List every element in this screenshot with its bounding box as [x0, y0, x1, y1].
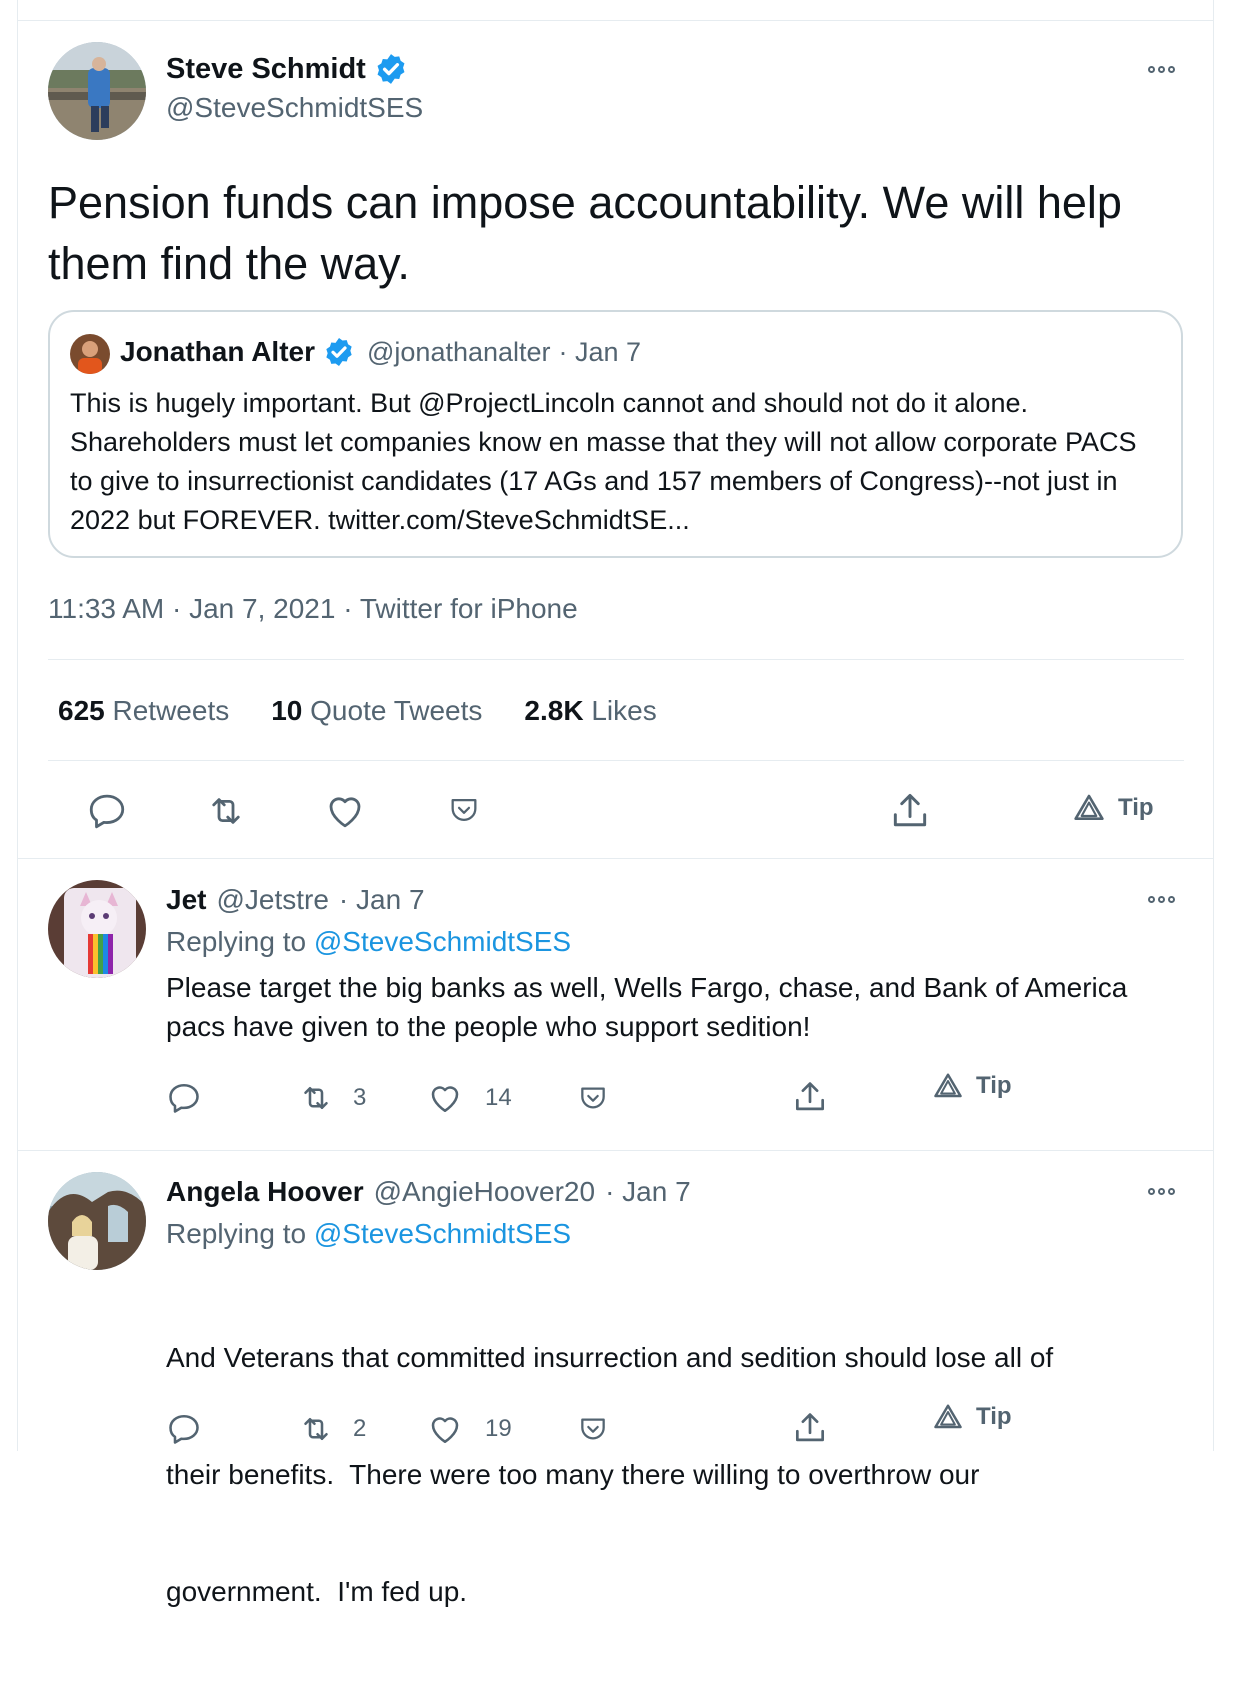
replying-to: Replying to @SteveSchmidtSES: [166, 926, 571, 958]
divider: [48, 659, 1184, 660]
heart-icon[interactable]: [427, 1411, 463, 1447]
reply-header: Angela Hoover @AngieHoover20 · Jan 7: [166, 1176, 691, 1208]
reply-author-name[interactable]: Jet: [166, 884, 206, 916]
replying-to-link[interactable]: @SteveSchmidtSES: [314, 926, 571, 957]
reply-date[interactable]: · Jan 7: [605, 1176, 691, 1208]
tip-icon: [932, 1402, 964, 1432]
retweet-icon[interactable]: [297, 1411, 335, 1447]
replying-to-prefix: Replying to: [166, 1218, 307, 1249]
quotes-count: 10: [271, 695, 303, 726]
reply-author-handle[interactable]: @Jetstre: [216, 884, 328, 916]
tip-label: Tip: [976, 1072, 1012, 1099]
save-pocket-icon[interactable]: [576, 1413, 610, 1445]
tip-icon: [932, 1071, 964, 1101]
tip-icon: [1072, 792, 1106, 824]
more-options-icon[interactable]: [1148, 892, 1184, 906]
like-count: 19: [485, 1415, 512, 1442]
quotes-label: Quote Tweets: [310, 695, 483, 726]
reply-text-line: pacs have given to the people who suppor…: [166, 1011, 811, 1042]
author-handle[interactable]: @SteveSchmidtSES: [166, 92, 423, 124]
quoted-author-avatar: [70, 334, 110, 374]
tweet-stats: 625 Retweets 10 Quote Tweets 2.8K Likes: [58, 695, 657, 727]
reply-text-line: And Veterans that committed insurrection…: [166, 1342, 1054, 1373]
tweet-text: Pension funds can impose accountability.…: [48, 177, 1122, 289]
reply-icon[interactable]: [166, 1411, 202, 1447]
reply-icon[interactable]: [86, 790, 128, 832]
likes-count: 2.8K: [524, 695, 584, 726]
quoted-date: · Jan 7: [558, 336, 642, 367]
more-options-icon[interactable]: [1148, 62, 1184, 76]
replying-to-link[interactable]: @SteveSchmidtSES: [314, 1218, 571, 1249]
author-name-row: Steve Schmidt: [166, 52, 408, 86]
replying-to: Replying to @SteveSchmidtSES: [166, 1218, 571, 1250]
save-pocket-icon[interactable]: [576, 1082, 610, 1114]
reply-text-line: Please target the big banks as well, Wel…: [166, 972, 1128, 1003]
reply-date[interactable]: · Jan 7: [339, 884, 425, 916]
quoted-tweet-card[interactable]: Jonathan Alter @jonathanalter · Jan 7 Th…: [48, 310, 1183, 558]
retweet-count: 2: [353, 1415, 367, 1442]
retweets-stat[interactable]: 625 Retweets: [58, 695, 229, 727]
tip-button[interactable]: Tip: [1072, 792, 1154, 824]
divider: [17, 858, 1214, 859]
tweet-timestamp[interactable]: 11:33 AM · Jan 7, 2021 · Twitter for iPh…: [48, 593, 578, 625]
quoted-text: This is hugely important. But @ProjectLi…: [70, 388, 1137, 535]
share-icon[interactable]: [888, 789, 932, 833]
retweets-label: Retweets: [112, 695, 230, 726]
reply-author-name[interactable]: Angela Hoover: [166, 1176, 364, 1208]
share-icon[interactable]: [791, 1409, 829, 1447]
reply-text: Please target the big banks as well, Wel…: [166, 968, 1127, 1046]
reply-icon[interactable]: [166, 1080, 202, 1116]
replying-to-prefix: Replying to: [166, 926, 307, 957]
tip-button[interactable]: Tip: [932, 1402, 1012, 1432]
quoted-author-row: Jonathan Alter @jonathanalter · Jan 7: [120, 336, 641, 368]
reply-text-line: their benefits. There were too many ther…: [166, 1459, 980, 1490]
retweets-count: 625: [58, 695, 105, 726]
more-options-icon[interactable]: [1148, 1184, 1184, 1198]
reply-author-handle[interactable]: @AngieHoover20: [374, 1176, 595, 1208]
divider: [17, 1150, 1214, 1151]
author-name[interactable]: Steve Schmidt: [166, 53, 366, 86]
tip-label: Tip: [1118, 794, 1154, 821]
reply-text: And Veterans that committed insurrection…: [166, 1260, 1053, 1689]
quoted-author-handle: @jonathanalter: [367, 336, 551, 367]
reply-header: Jet @Jetstre · Jan 7: [166, 884, 425, 916]
divider: [48, 760, 1184, 761]
quoted-author-name: Jonathan Alter: [120, 336, 315, 367]
top-divider: [17, 20, 1214, 21]
quote-tweets-stat[interactable]: 10 Quote Tweets: [271, 695, 482, 727]
retweet-icon[interactable]: [204, 790, 248, 832]
reply-author-avatar[interactable]: [48, 880, 146, 978]
share-icon[interactable]: [791, 1078, 829, 1116]
heart-icon[interactable]: [324, 790, 366, 832]
verified-badge-icon: [323, 336, 355, 368]
retweet-icon[interactable]: [297, 1080, 335, 1116]
likes-label: Likes: [591, 695, 657, 726]
like-count: 14: [485, 1084, 512, 1111]
heart-icon[interactable]: [427, 1080, 463, 1116]
tip-label: Tip: [976, 1403, 1012, 1430]
likes-stat[interactable]: 2.8K Likes: [524, 695, 656, 727]
tip-button[interactable]: Tip: [932, 1071, 1012, 1101]
reply-author-avatar[interactable]: [48, 1172, 146, 1270]
verified-badge-icon: [374, 52, 408, 86]
reply-text-line: government. I'm fed up.: [166, 1576, 468, 1607]
save-pocket-icon[interactable]: [446, 793, 482, 827]
author-avatar[interactable]: [48, 42, 146, 140]
retweet-count: 3: [353, 1084, 367, 1111]
